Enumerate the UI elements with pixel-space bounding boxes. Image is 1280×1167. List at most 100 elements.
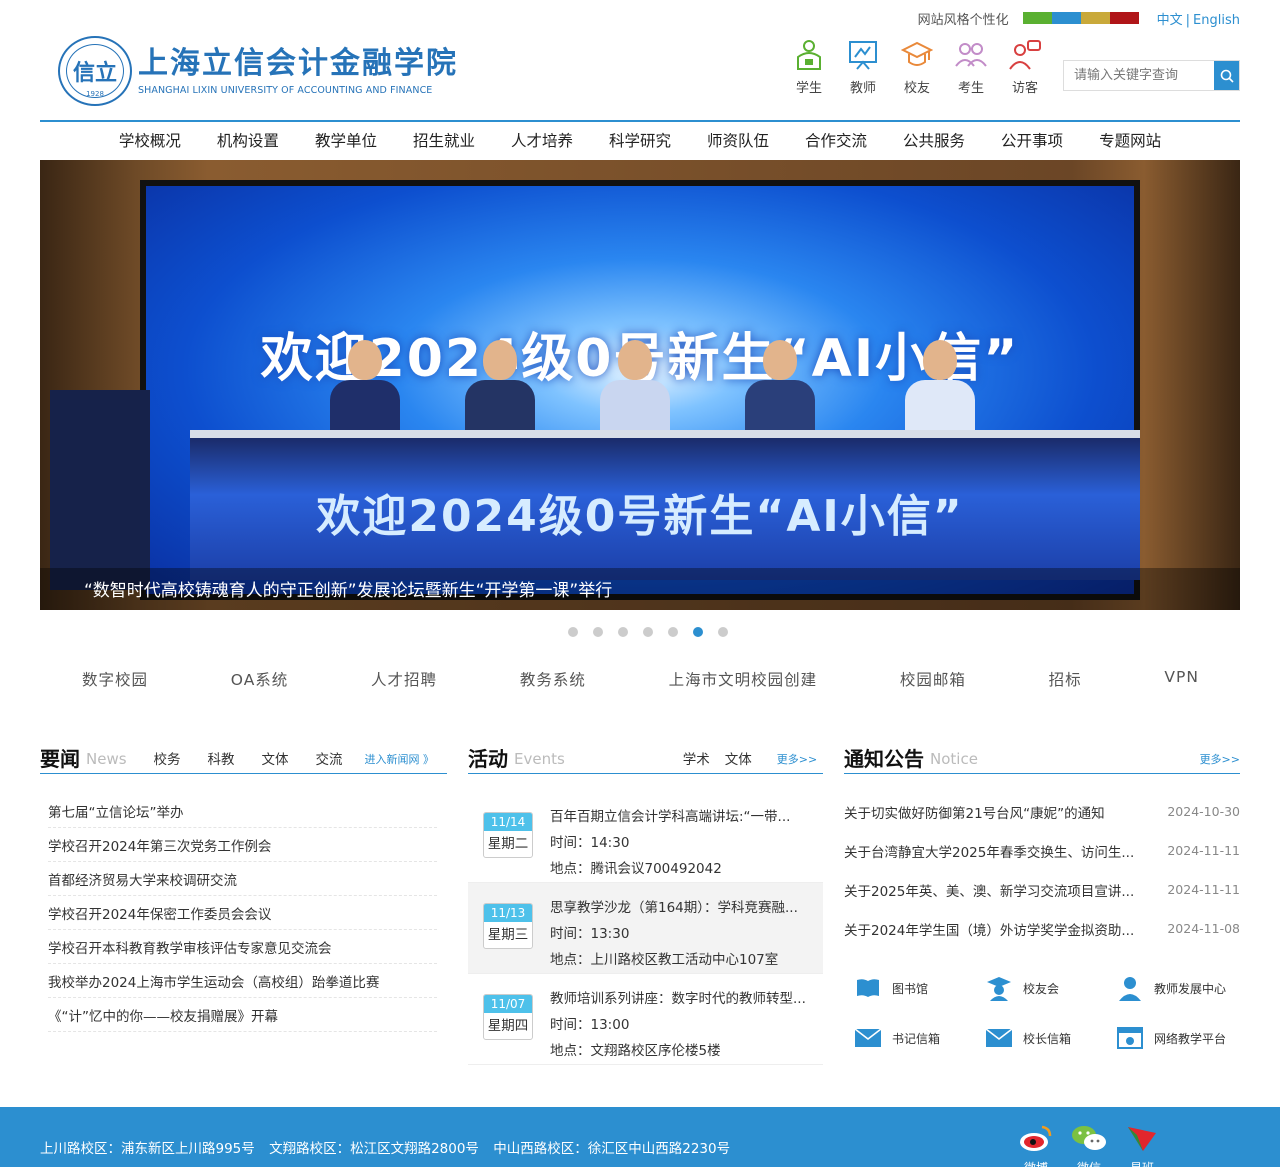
quicklink-academic-affairs[interactable]: 教务系统	[520, 668, 586, 694]
slide-dot[interactable]	[668, 627, 678, 637]
service-online-teaching[interactable]: 网络教学平台	[1106, 1025, 1240, 1051]
footer-social-weibo[interactable]: 微博	[1014, 1119, 1058, 1167]
news-tab-science[interactable]: 科教	[208, 747, 235, 773]
entry-teacher[interactable]: 教师	[836, 38, 890, 96]
quicklink-civilized-campus[interactable]: 上海市文明校园创建	[669, 668, 818, 694]
school-logo[interactable]: 信立 1928 上海立信会计金融学院 SHANGHAI LIXIN UNIVER…	[58, 36, 458, 106]
notice-title: 关于2024年学生国（境）外访学奖学金拟资助...	[844, 922, 1135, 939]
nav-item-cooperation[interactable]: 合作交流	[787, 122, 885, 160]
slide-dot[interactable]	[568, 627, 578, 637]
list-item[interactable]: 首都经济贸易大学来校调研交流	[48, 862, 437, 896]
lang-chinese-link[interactable]: 中文	[1157, 13, 1183, 28]
notices-more-link[interactable]: 更多>>	[1200, 747, 1240, 773]
list-item[interactable]: 学校召开2024年保密工作委员会会议	[48, 896, 437, 930]
quicklink-oa[interactable]: OA系统	[231, 668, 289, 694]
event-place: 地点：腾讯会议700492042	[550, 861, 722, 877]
event-date: 11/13	[484, 904, 532, 922]
graduate-icon	[985, 975, 1013, 1001]
slide-dot-active[interactable]	[693, 627, 703, 637]
quicklink-tender[interactable]: 招标	[1049, 668, 1082, 694]
service-library[interactable]: 图书馆	[844, 975, 975, 1001]
search-input[interactable]	[1064, 61, 1214, 90]
news-tab-affairs[interactable]: 校务	[154, 747, 181, 773]
notice-title: 关于台湾静宜大学2025年春季交换生、访问生...	[844, 844, 1135, 861]
list-item[interactable]: 我校举办2024上海市学生运动会（高校组）跆拳道比赛	[48, 964, 437, 998]
slide-dot[interactable]	[618, 627, 628, 637]
user-entry-bar: 学生 教师 校友 考生 访客	[782, 38, 1052, 96]
service-alumni[interactable]: 校友会	[975, 975, 1106, 1001]
search-button[interactable]	[1214, 61, 1239, 90]
news-title: 要闻	[40, 747, 80, 771]
nav-item-overview[interactable]: 学校概况	[101, 122, 199, 160]
list-item[interactable]: 学校召开2024年第三次党务工作例会	[48, 828, 437, 862]
nav-item-public-affairs[interactable]: 公开事项	[983, 122, 1081, 160]
list-item[interactable]: 第七届“立信论坛”举办	[48, 794, 437, 828]
footer-social-wechat[interactable]: 微信	[1067, 1119, 1111, 1167]
quicklink-recruitment[interactable]: 人才招聘	[371, 668, 437, 694]
footer-social-yiban-label: 易班	[1120, 1159, 1164, 1167]
banner-caption[interactable]: “数智时代高校铸魂育人的守正创新”发展论坛暨新生“开学第一课”举行	[84, 576, 612, 601]
school-seal-icon: 信立 1928	[58, 36, 132, 106]
mail-icon	[854, 1025, 882, 1051]
event-weekday: 星期三	[487, 927, 529, 943]
nav-item-faculty[interactable]: 师资队伍	[689, 122, 787, 160]
quicklink-digital-campus[interactable]: 数字校园	[82, 668, 148, 694]
nav-item-teaching-units[interactable]: 教学单位	[297, 122, 395, 160]
event-time: 时间：13:30	[550, 926, 630, 942]
slide-dot[interactable]	[643, 627, 653, 637]
service-president-mailbox-label: 校长信箱	[1023, 1031, 1072, 1046]
theme-swatch-blue[interactable]	[1051, 12, 1081, 24]
hero-banner[interactable]: 欢迎2024级0号新生“AI小信” 欢迎2024级0号新生“AI小信” “数智时…	[40, 160, 1240, 610]
entry-student[interactable]: 学生	[782, 38, 836, 96]
footer: 上川路校区：浦东新区上川路995号 文翔路校区：松江区文翔路2800号 中山西路…	[0, 1107, 1280, 1167]
list-item[interactable]: 学校召开本科教育教学审核评估专家意见交流会	[48, 930, 437, 964]
events-tab-culture[interactable]: 文体	[725, 747, 752, 773]
events-more-link[interactable]: 更多>>	[777, 747, 817, 773]
event-title: 思享教学沙龙（第164期）：学科竞赛融...	[550, 900, 798, 916]
news-tab-culture[interactable]: 文体	[262, 747, 289, 773]
notice-item[interactable]: 关于2024年学生国（境）外访学奖学金拟资助... 2024-11-08	[844, 909, 1240, 948]
quicklink-vpn[interactable]: VPN	[1164, 668, 1199, 694]
notice-date: 2024-10-30	[1167, 804, 1240, 819]
event-item[interactable]: 11/14 星期二 百年百期立信会计学科高端讲坛:“一带... 时间：14:30…	[468, 792, 823, 883]
entry-teacher-label: 教师	[849, 81, 876, 96]
top-bar: 网站风格个性化 中文 | English	[918, 8, 1240, 28]
lang-separator: |	[1185, 12, 1191, 28]
news-tab-exchange[interactable]: 交流	[316, 747, 343, 773]
slide-dot[interactable]	[593, 627, 603, 637]
notice-item[interactable]: 关于切实做好防御第21号台风“康妮”的通知 2024-10-30	[844, 792, 1240, 831]
theme-swatch-green[interactable]	[1022, 12, 1052, 24]
notice-item[interactable]: 关于2025年英、美、澳、新学习交流项目宣讲... 2024-11-11	[844, 870, 1240, 909]
nav-item-admissions[interactable]: 招生就业	[395, 122, 493, 160]
news-more-link[interactable]: 进入新闻网 》	[365, 747, 435, 773]
notice-date: 2024-11-08	[1167, 921, 1240, 936]
event-time: 时间：14:30	[550, 835, 630, 851]
weibo-icon	[1017, 1119, 1055, 1157]
nav-item-organization[interactable]: 机构设置	[199, 122, 297, 160]
slide-dot[interactable]	[718, 627, 728, 637]
theme-swatch-gold[interactable]	[1080, 12, 1110, 24]
online-platform-icon	[1116, 1025, 1144, 1051]
service-president-mailbox[interactable]: 校长信箱	[975, 1025, 1106, 1051]
slide-indicators	[0, 627, 1280, 637]
nav-item-research[interactable]: 科学研究	[591, 122, 689, 160]
list-item[interactable]: 《“计”忆中的你——校友捐赠展》开幕	[48, 998, 437, 1032]
nav-item-public-service[interactable]: 公共服务	[885, 122, 983, 160]
service-secretary-mailbox[interactable]: 书记信箱	[844, 1025, 975, 1051]
footer-social-yiban[interactable]: 易班	[1120, 1119, 1164, 1167]
nav-item-talent-training[interactable]: 人才培养	[493, 122, 591, 160]
notice-item[interactable]: 关于台湾静宜大学2025年春季交换生、访问生... 2024-11-11	[844, 831, 1240, 870]
entry-visitor[interactable]: 访客	[998, 38, 1052, 96]
quicklink-email[interactable]: 校园邮箱	[900, 668, 966, 694]
theme-swatch-red[interactable]	[1109, 12, 1139, 24]
lang-english-link[interactable]: English	[1193, 13, 1240, 28]
event-item[interactable]: 11/07 星期四 教师培训系列讲座：数字时代的教师转型... 时间：13:00…	[468, 974, 823, 1065]
footer-social-wechat-label: 微信	[1067, 1159, 1111, 1167]
service-teacher-dev[interactable]: 教师发展中心	[1106, 975, 1240, 1001]
events-tab-academic[interactable]: 学术	[683, 747, 710, 773]
entry-applicant[interactable]: 考生	[944, 38, 998, 96]
nav-item-special-sites[interactable]: 专题网站	[1081, 122, 1179, 160]
event-item[interactable]: 11/13 星期三 思享教学沙龙（第164期）：学科竞赛融... 时间：13:3…	[468, 883, 823, 974]
entry-alumni[interactable]: 校友	[890, 38, 944, 96]
entry-student-label: 学生	[795, 81, 822, 96]
